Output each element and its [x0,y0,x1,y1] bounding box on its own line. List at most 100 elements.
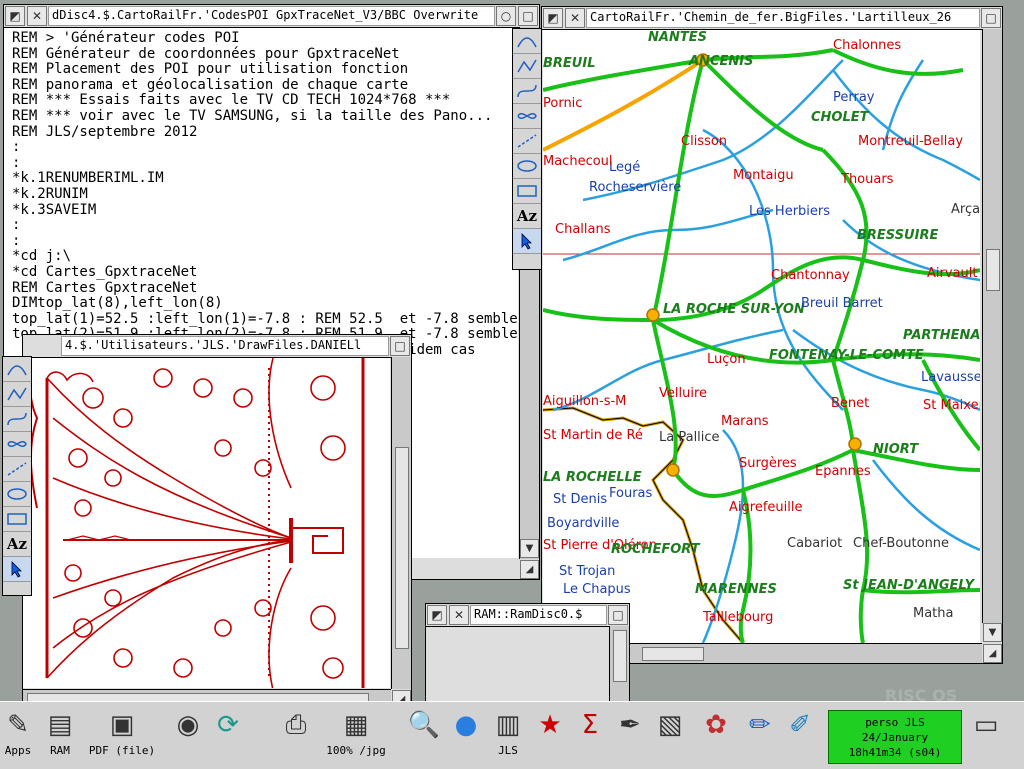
eye-icon[interactable]: ◉ [171,708,205,742]
tool-rectangle-icon[interactable] [3,507,31,532]
tool-line-icon[interactable] [513,29,541,54]
railway-map[interactable]: NANTES Chalonnes ANCENIS BREUIL Perray CHOLET… [543,30,980,643]
paint-icon[interactable]: ✿ [699,708,733,742]
tool-closed-curve-icon[interactable] [3,432,31,457]
map-scroll-thumb[interactable] [986,249,1000,291]
tool-ellipse-icon[interactable] [3,482,31,507]
map-city-label: ROCHEFORT [611,542,700,557]
iconbar-item[interactable]: ▭ [966,708,1006,742]
iconbar-item[interactable]: ▦ 100% /jpg [326,708,386,757]
iconbar-item[interactable]: ▣ PDF (file) [89,708,155,757]
iconbar-item[interactable]: ⟳ [208,708,248,742]
editor-pen-icon[interactable]: ✒ [613,708,647,742]
tool-line-icon[interactable] [3,357,31,382]
iconbar-item[interactable]: 🔍 [404,708,444,742]
tool-select-arrow-icon[interactable] [513,229,541,254]
apps-icon[interactable]: ✎ [1,708,35,742]
image-viewer-icon[interactable]: ▦ [339,708,373,742]
iconbar-item[interactable]: ▤ RAM [40,708,80,757]
star-app-icon[interactable]: ★ [533,708,567,742]
tool-rectangle-icon[interactable] [513,179,541,204]
monitor-icon[interactable]: ▭ [969,708,1003,742]
tool-polyline-icon[interactable] [3,382,31,407]
tool-ellipse-icon[interactable] [513,154,541,179]
back-icon[interactable]: ◩ [5,6,25,26]
iconise-icon[interactable]: ○ [496,6,516,26]
clock-widget[interactable]: perso JLS 24/January 18h41m34 (s04) [828,710,962,764]
iconbar-item-label: Apps [4,744,32,757]
map-hscroll-thumb[interactable] [642,647,704,661]
newspaper-icon[interactable]: ▥ [491,708,525,742]
iconbar-item[interactable]: ● [446,708,486,742]
ram-window-titlebar[interactable]: ◩ ✕ RAM::RamDisc0.$ □ [426,604,629,627]
iconbar-item[interactable]: Σ [570,708,610,742]
code-window-title[interactable]: dDisc4.$.CartoRailFr.'CodesPOI GpxTraceN… [48,6,495,26]
draw-canvas[interactable] [23,358,390,688]
pencil-icon[interactable]: ✏ [743,708,777,742]
sigma-icon[interactable]: Σ [573,708,607,742]
map-window-titlebar[interactable]: ◩ ✕ CartoRailFr.'Chemin_de_fer.BigFiles.… [542,7,1002,30]
code-window-titlebar[interactable]: ◩ ✕ dDisc4.$.CartoRailFr.'CodesPOI GpxTr… [4,5,539,28]
globe-icon[interactable]: ● [449,708,483,742]
map-window-title[interactable]: CartoRailFr.'Chemin_de_fer.BigFiles.'Lar… [586,8,980,28]
draw-window-titlebar[interactable]: 4.$.'Utilisateurs.'JLS.'DrawFiles.DANIEL… [23,335,411,358]
toggle-size-icon[interactable]: □ [518,6,538,26]
ram-vertical-scrollbar[interactable] [609,626,629,706]
ram-chip-icon[interactable]: ▤ [43,708,77,742]
brush-icon[interactable]: ✐ [783,708,817,742]
code-line: REM > 'Générateur codes POI [12,30,240,46]
code-scroll-down-icon[interactable]: ▼ [520,539,539,558]
tool-select-arrow-icon[interactable] [3,557,31,582]
iconbar-item[interactable]: ▧ [650,708,690,742]
back-icon[interactable]: ◩ [427,605,447,625]
ram-folder-contents[interactable] [426,627,608,706]
iconbar-item[interactable]: ▥ JLS [488,708,528,757]
draw-window[interactable]: 4.$.'Utilisateurs.'JLS.'DrawFiles.DANIEL… [22,334,412,710]
draw-toolbox-lower[interactable]: Az [2,356,32,596]
tool-dashed-line-icon[interactable] [513,129,541,154]
map-viewer-window[interactable]: ◩ ✕ CartoRailFr.'Chemin_de_fer.BigFiles.… [541,6,1003,664]
draw-scroll-thumb[interactable] [395,447,409,649]
map-scroll-down-icon[interactable]: ▼ [983,623,1002,642]
ramdisc-window[interactable]: ◩ ✕ RAM::RamDisc0.$ □ [425,603,630,707]
tool-closed-curve-icon[interactable] [513,104,541,129]
iconbar-item-label: 100% /jpg [326,744,386,757]
tool-curve-icon[interactable] [3,407,31,432]
calculator-icon[interactable]: ▧ [653,708,687,742]
toggle-size-icon[interactable]: □ [390,336,410,356]
iconbar-item[interactable]: ★ [530,708,570,742]
close-icon[interactable]: ✕ [27,6,47,26]
ram-window-title[interactable]: RAM::RamDisc0.$ [470,605,607,625]
draw-toolbox-upper[interactable]: Az [512,28,542,270]
refresh-app-icon[interactable]: ⟳ [211,708,245,742]
draw-window-title[interactable]: 4.$.'Utilisateurs.'JLS.'DrawFiles.DANIEL… [61,336,389,356]
map-city-label: Marans [721,414,769,429]
iconbar-item[interactable]: ✒ [610,708,650,742]
tool-dashed-line-icon[interactable] [3,457,31,482]
printer-icon[interactable]: ⎙ [279,708,313,742]
toggle-size-icon[interactable]: □ [981,8,1001,28]
tool-polyline-icon[interactable] [513,54,541,79]
map-resize-icon[interactable]: ◢ [983,644,1002,663]
iconbar-item[interactable]: ⎙ [276,708,316,742]
iconbar-item[interactable]: ✏ [740,708,780,742]
iconbar-item[interactable]: ◉ [168,708,208,742]
tool-text-icon[interactable]: Az [513,204,541,229]
toggle-size-icon[interactable]: □ [608,605,628,625]
tool-text-icon[interactable]: Az [3,532,31,557]
iconbar-item[interactable]: ✎ Apps [0,708,38,757]
ram-scroll-thumb[interactable] [613,630,627,682]
code-resize-icon[interactable]: ◢ [520,560,539,579]
printer-pdf-icon[interactable]: ▣ [105,708,139,742]
iconbar-item[interactable]: ✐ [780,708,820,742]
back-icon[interactable]: ◩ [543,8,563,28]
close-icon[interactable]: ✕ [565,8,585,28]
draw-vertical-scrollbar[interactable] [391,357,411,689]
tool-curve-icon[interactable] [513,79,541,104]
map-vertical-scrollbar[interactable] [982,29,1002,623]
map-city-label: Le Chapus [563,582,631,597]
close-icon[interactable]: ✕ [449,605,469,625]
folder-search-icon[interactable]: 🔍 [407,708,441,742]
map-city-label: Breuil Barret [801,296,883,311]
iconbar-item[interactable]: ✿ [696,708,736,742]
